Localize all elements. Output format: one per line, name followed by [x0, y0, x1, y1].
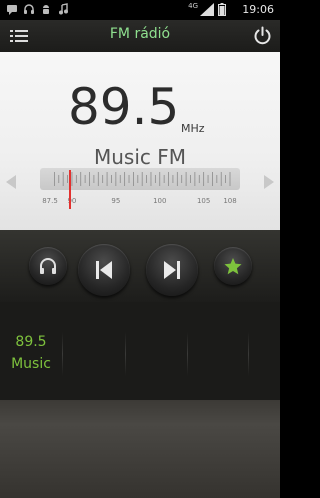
clock: 19:06 [242, 3, 274, 16]
preset-slot-3[interactable] [126, 302, 188, 400]
app-title: FM rádió [109, 26, 171, 42]
preset-name: Music [11, 356, 51, 372]
action-bar: FM rádió [0, 20, 280, 52]
scale-tick-label: 105 [196, 197, 211, 205]
status-bar: 4G 19:06 [0, 0, 280, 20]
preset-slot-1[interactable]: 89.5 Music [0, 302, 62, 400]
bottom-bar [0, 400, 280, 498]
message-icon [7, 5, 17, 15]
tune-right-arrow-icon[interactable] [264, 175, 274, 189]
battery-icon [218, 3, 226, 16]
network-type: 4G [188, 2, 198, 10]
tune-left-arrow-icon[interactable] [6, 175, 16, 189]
headphones-button[interactable] [29, 247, 67, 285]
skip-previous-icon [96, 261, 112, 279]
skip-next-icon [164, 261, 180, 279]
star-icon [224, 258, 242, 275]
power-icon[interactable] [253, 26, 272, 45]
headphones-icon [40, 258, 56, 274]
favorite-button[interactable] [214, 247, 252, 285]
music-icon [59, 3, 68, 15]
preset-slot-4[interactable] [188, 302, 250, 400]
previous-button[interactable] [78, 244, 130, 296]
tuning-needle[interactable] [68, 170, 71, 209]
frequency-display: 89.5 [68, 78, 180, 136]
next-button[interactable] [146, 244, 198, 296]
signal-icon [200, 3, 214, 16]
station-name: Music FM [93, 145, 187, 169]
preset-strip: 89.5 Music [0, 302, 280, 400]
android-icon [43, 5, 49, 14]
headphones-icon [24, 4, 34, 14]
preset-slot-2[interactable] [63, 302, 125, 400]
preset-frequency: 89.5 [15, 334, 47, 350]
scale-tick-label: 100 [153, 197, 167, 205]
tuner-panel: 89.5 MHz Music FM 87.5 90 95 100 105 108 [0, 52, 280, 230]
preset-slot-5[interactable] [249, 302, 280, 400]
frequency-unit: MHz [181, 122, 205, 135]
scale-tick-label: 87.5 [42, 197, 58, 205]
control-band [0, 230, 280, 302]
scale-tick-label: 95 [111, 197, 121, 205]
scale-tick-label: 108 [223, 197, 237, 205]
